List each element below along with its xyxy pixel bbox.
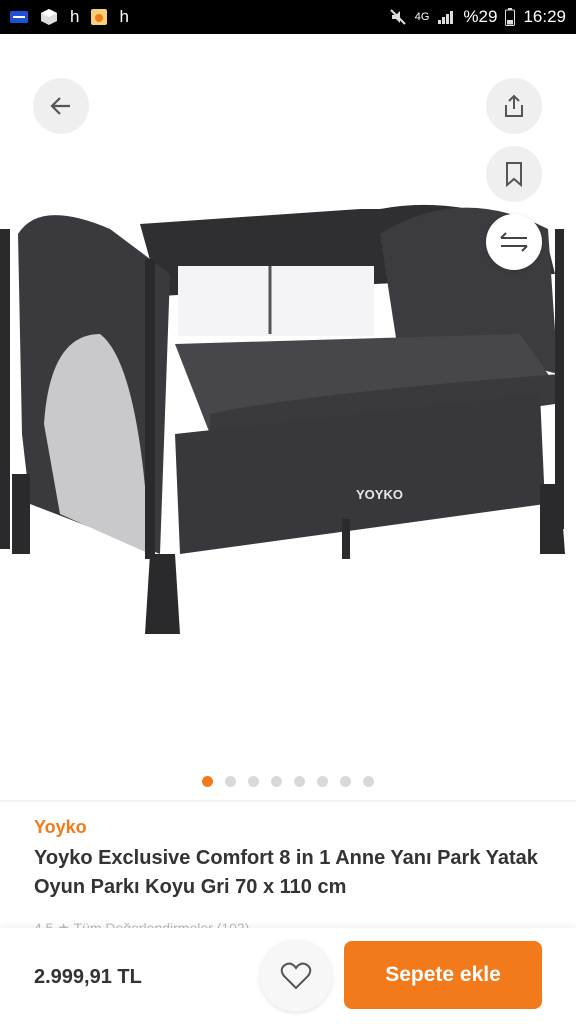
mute-icon xyxy=(389,8,407,26)
pagination-dot[interactable] xyxy=(271,776,282,787)
product-image-gallery[interactable]: YOYKO xyxy=(0,34,576,766)
product-image: YOYKO xyxy=(0,204,565,634)
bookmark-button[interactable] xyxy=(486,146,542,202)
share-button[interactable] xyxy=(486,78,542,134)
pagination-dot[interactable] xyxy=(363,776,374,787)
product-title: Yoyko Exclusive Comfort 8 in 1 Anne Yanı… xyxy=(34,847,538,898)
pagination-dot[interactable] xyxy=(248,776,259,787)
package-icon xyxy=(40,8,58,26)
compare-button[interactable] xyxy=(486,214,542,270)
share-icon xyxy=(505,94,523,117)
notification-h: h xyxy=(70,7,80,26)
price: 2.999,91 TL xyxy=(34,966,142,988)
back-button[interactable] xyxy=(33,78,89,134)
heart-icon xyxy=(280,962,312,990)
shop-icon xyxy=(91,9,108,25)
back-arrow-icon xyxy=(50,97,70,115)
notification-h-2: h xyxy=(119,7,129,26)
swap-arrows-icon xyxy=(500,232,528,252)
pagination-dot[interactable] xyxy=(340,776,351,787)
product-logo: YOYKO xyxy=(356,487,403,502)
pagination-dot[interactable] xyxy=(202,776,213,787)
add-to-cart-button[interactable]: Sepete ekle xyxy=(344,941,542,1009)
pagination-dot[interactable] xyxy=(225,776,236,787)
status-bar: h h 4G %29 16:29 xyxy=(0,0,576,34)
signal-icon xyxy=(437,9,455,25)
network-type: 4G xyxy=(414,11,430,23)
pagination-dot[interactable] xyxy=(294,776,305,787)
divider xyxy=(0,800,576,802)
rating-line-partial[interactable]: 4.5 ★ Tüm Değerlendirmeler (102) xyxy=(34,920,249,928)
battery-percent: %29 xyxy=(463,7,498,26)
bookmark-icon xyxy=(506,162,522,187)
favorite-button[interactable] xyxy=(260,940,332,1012)
image-pagination xyxy=(0,776,576,787)
app-notification-icon xyxy=(10,10,28,24)
brand-link[interactable]: Yoyko xyxy=(34,817,87,838)
clock: 16:29 xyxy=(523,7,566,26)
bottom-action-bar: 2.999,91 TL Sepete ekle xyxy=(0,928,576,1024)
battery-icon xyxy=(505,8,516,26)
pagination-dot[interactable] xyxy=(317,776,328,787)
